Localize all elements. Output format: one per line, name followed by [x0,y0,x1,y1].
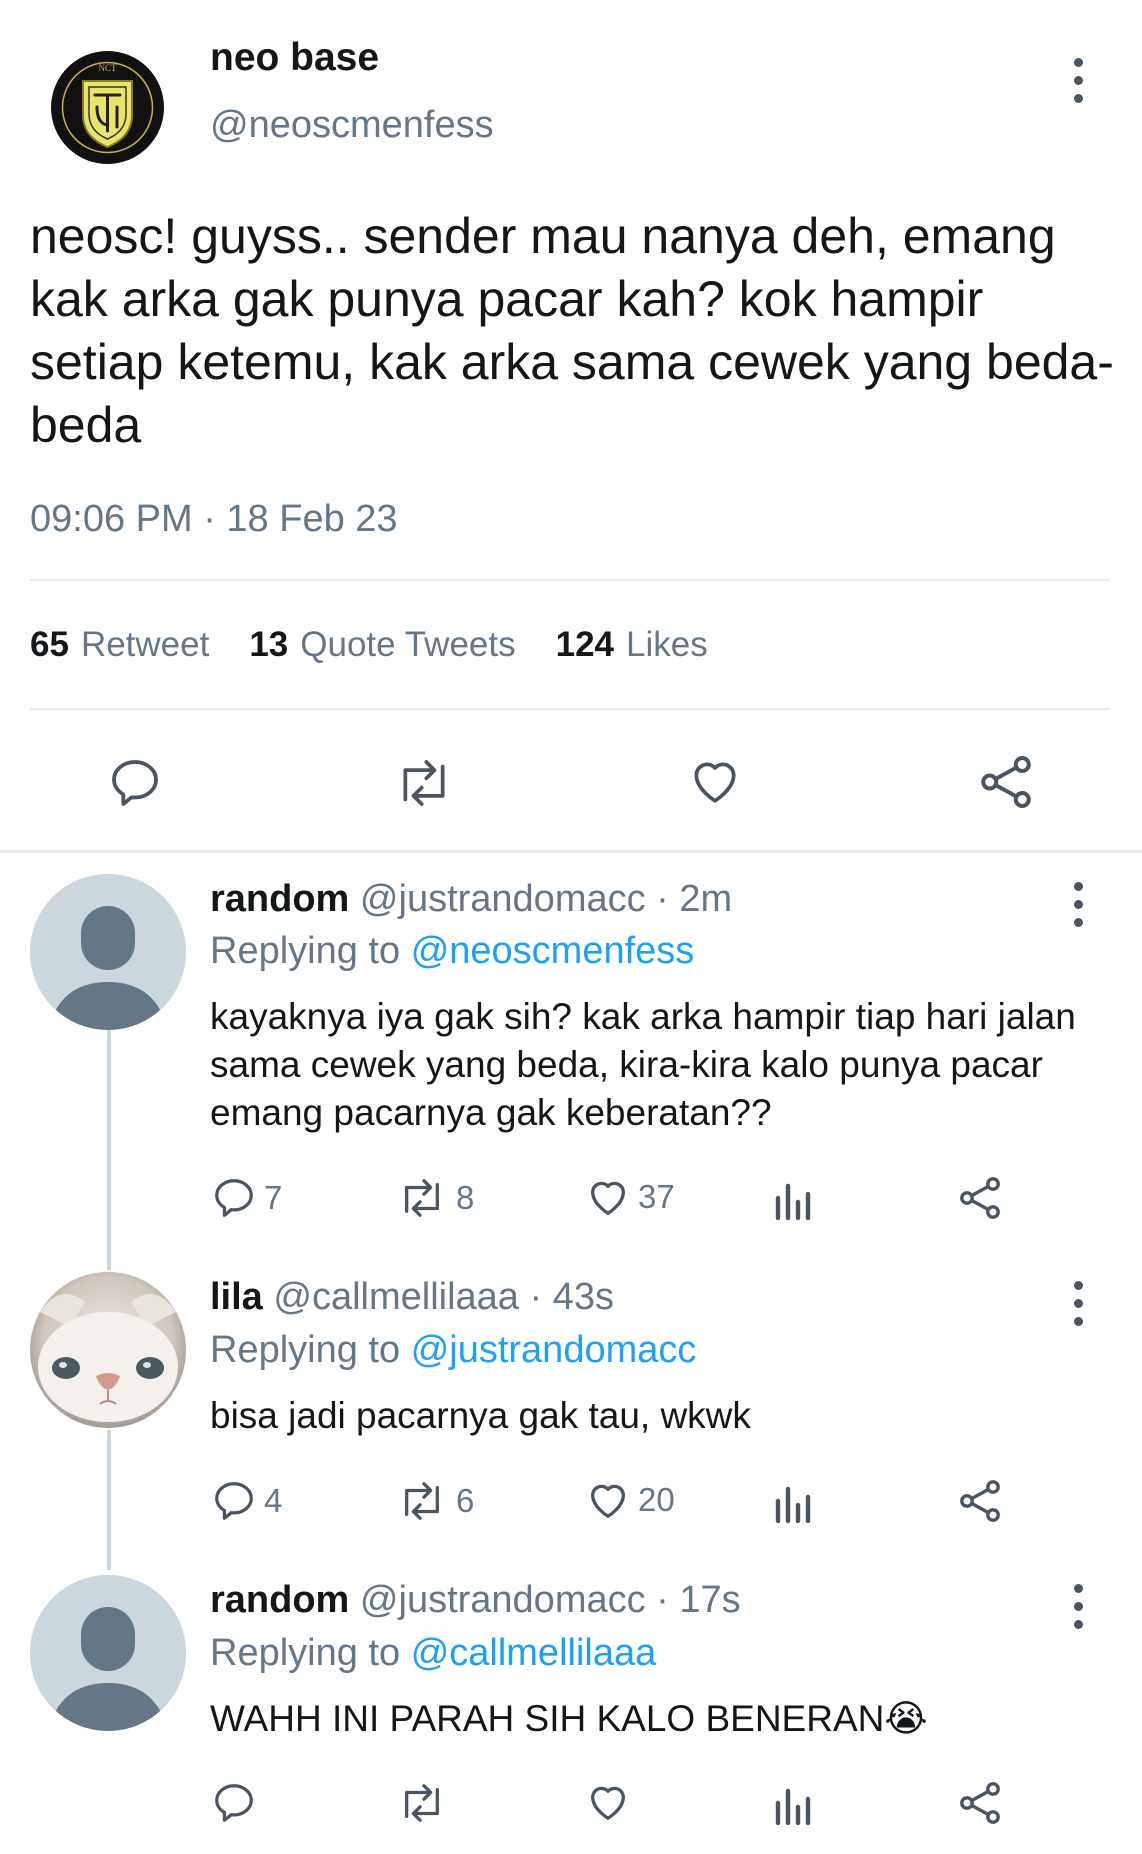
retweet-icon [405,1179,439,1217]
retweet-button[interactable]: 8 [394,1175,474,1221]
retweet-count: 6 [456,1482,475,1519]
reply-count: 4 [264,1482,283,1519]
reply-text: bisa jadi pacarnya gak tau, wkwk [210,1395,751,1436]
tweet-timestamp: 09:06 PM · 18 Feb 23 [30,498,398,540]
analytics-icon[interactable] [772,1180,816,1220]
tweet-text: neosc! guyss.. sender mau nanya deh, ema… [30,208,1114,453]
retweet-icon [405,1784,439,1822]
analytics-icon[interactable] [772,1785,816,1825]
thread-line [107,1430,111,1570]
like-icon[interactable] [686,753,744,809]
analytics-icon[interactable] [772,1483,816,1523]
avatar[interactable] [30,1272,186,1428]
replying-to-link[interactable]: @neoscmenfess [411,930,695,972]
avatar[interactable] [30,1575,186,1731]
default-avatar-icon [30,874,186,1030]
divider [30,579,1110,581]
replying-to-link[interactable]: @justrandomacc [411,1329,697,1371]
reply-author-name[interactable]: random [210,878,349,920]
account-handle[interactable]: @neoscmenfess [210,104,494,147]
reply-header: random @justrandomacc · 17s [210,1579,741,1622]
retweet-button[interactable]: 6 [394,1478,474,1524]
share-icon[interactable] [956,1779,1004,1827]
svg-text:NCT: NCT [99,63,118,73]
tweet-stats: 65 Retweet 13 Quote Tweets 124 Likes [30,625,708,665]
cat-photo-avatar [30,1272,186,1428]
reply-text: WAHH INI PARAH SIH KALO BENERAN😭 [210,1698,928,1739]
like-icon [591,1484,625,1518]
reply-header: lila @callmellilaaa · 43s [210,1276,614,1319]
reply-author-handle[interactable]: @justrandomacc [360,878,646,920]
like-button[interactable]: 20 [584,1477,675,1523]
reply-header: random @justrandomacc · 2m [210,878,732,921]
reply-button[interactable]: 7 [210,1175,282,1221]
retweet-button[interactable] [394,1780,456,1826]
more-options-icon[interactable] [1068,58,1088,103]
thread-line [107,1030,111,1270]
replying-to: Replying to @justrandomacc [210,1329,697,1371]
default-avatar-icon [30,1575,186,1731]
replying-to: Replying to @callmellilaaa [210,1632,657,1674]
reply-author-handle[interactable]: @callmellilaaa [273,1276,519,1318]
like-button[interactable] [584,1779,638,1825]
reply-time: · 17s [656,1579,741,1621]
replying-to-link[interactable]: @callmellilaaa [411,1632,657,1674]
reply-icon [215,1482,253,1520]
likes-stat[interactable]: 124 Likes [556,625,708,665]
like-button[interactable]: 37 [584,1174,675,1220]
retweet-stat[interactable]: 65 Retweet [30,625,209,665]
more-options-icon[interactable] [1068,882,1088,927]
reply-author-handle[interactable]: @justrandomacc [360,1579,646,1621]
more-options-icon[interactable] [1068,1281,1088,1326]
reply-button[interactable]: 4 [210,1478,282,1524]
share-icon[interactable] [956,1174,1004,1222]
quote-tweets-stat[interactable]: 13 Quote Tweets [249,625,515,665]
divider [30,708,1110,710]
account-avatar[interactable]: NCT [51,51,164,164]
section-separator [0,850,1142,853]
reply-time: · 43s [529,1276,614,1318]
reply-text: kayaknya iya gak sih? kak arka hampir ti… [210,996,1076,1133]
like-icon [591,1786,625,1820]
like-count: 20 [638,1481,675,1518]
account-name[interactable]: neo base [210,36,379,80]
reply-icon [215,1179,253,1217]
avatar[interactable] [30,874,186,1030]
reply-author-name[interactable]: lila [210,1276,263,1318]
more-options-icon[interactable] [1068,1584,1088,1629]
reply-icon[interactable] [106,755,164,811]
share-icon[interactable] [956,1477,1004,1525]
like-count: 37 [638,1178,675,1215]
replying-to: Replying to @neoscmenfess [210,930,695,972]
retweet-icon [405,1482,439,1520]
retweet-count: 8 [456,1179,475,1216]
share-icon[interactable] [976,752,1036,812]
reply-icon [215,1784,253,1822]
reply-author-name[interactable]: random [210,1579,349,1621]
like-icon [591,1181,625,1215]
reply-time: · 2m [656,878,733,920]
reply-button[interactable] [210,1780,264,1826]
nct-logo-icon: NCT [51,51,164,164]
retweet-icon[interactable] [390,755,458,811]
reply-count: 7 [264,1179,283,1216]
